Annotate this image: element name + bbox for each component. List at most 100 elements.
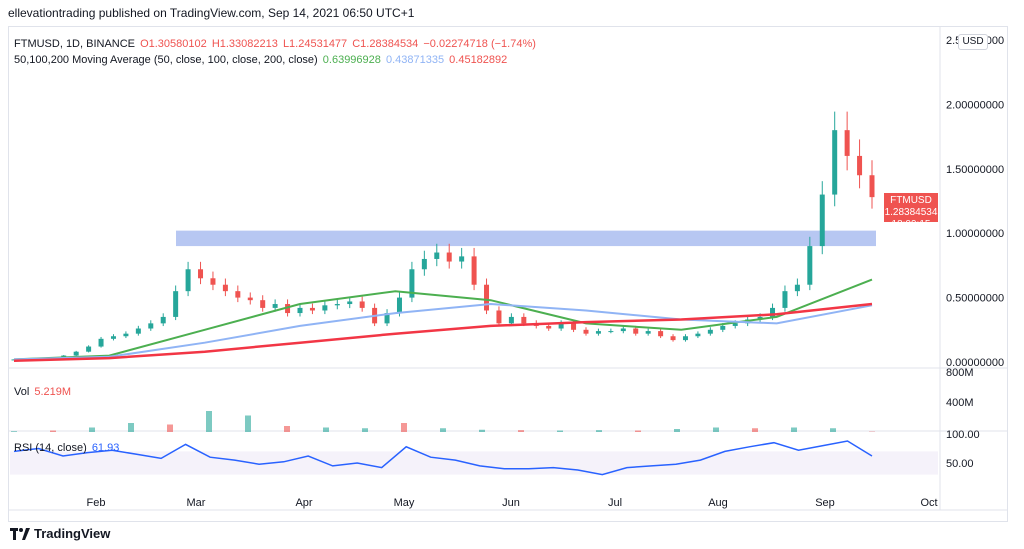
candle-body: [210, 278, 216, 285]
volume-bar: [596, 430, 602, 432]
volume-bar: [401, 423, 407, 432]
time-tick-label: May: [394, 497, 415, 509]
ma-legend: 50,100,200 Moving Average (50, close, 10…: [14, 54, 509, 66]
volume-bar: [713, 427, 719, 432]
candle-body: [869, 175, 875, 198]
last-price-tag: FTMUSD 1.28384534 18:09:15: [884, 193, 938, 230]
price-tag-countdown: 18:09:15: [891, 219, 931, 230]
price-tag-symbol: FTMUSD: [890, 195, 932, 206]
price-tick-label: 1.50000000: [946, 164, 1004, 176]
volume-bar: [362, 428, 368, 432]
volume-bar: [479, 429, 485, 432]
candle-body: [235, 291, 241, 298]
chart-axes: 2.500000002.000000001.500000001.00000000…: [87, 35, 1005, 509]
candle-body: [508, 316, 514, 324]
ma-line-100: [13, 302, 873, 361]
change-value: −0.02274718 (−1.74%): [423, 38, 536, 50]
chart-grid: [8, 26, 1008, 511]
candle-body: [608, 331, 614, 333]
candle-body: [695, 333, 701, 337]
candle-body: [260, 300, 266, 308]
time-tick-label: Jun: [502, 497, 520, 509]
volume-series: [11, 411, 875, 432]
candle-body: [484, 284, 490, 311]
rsi-tick-label: 100.00: [946, 429, 980, 441]
candle-body: [185, 269, 191, 292]
time-tick-label: Jul: [608, 497, 622, 509]
price-tick-label: 2.00000000: [946, 99, 1004, 111]
volume-bar: [89, 427, 95, 432]
low-value: L1.24531477: [282, 38, 348, 50]
brand-name: TradingView: [34, 526, 111, 541]
footer: TradingView: [10, 526, 110, 541]
volume-bar: [557, 430, 563, 432]
volume-tick-label: 800M: [946, 367, 974, 379]
candle-body: [471, 256, 477, 285]
candle-body: [160, 316, 166, 324]
volume-value: 5.219M: [34, 386, 72, 398]
candle-body: [98, 338, 104, 347]
volume-bar: [245, 415, 251, 432]
candle-body: [794, 284, 800, 292]
candle-body: [272, 304, 278, 308]
candle-body: [110, 336, 116, 339]
time-tick-label: Mar: [187, 497, 206, 509]
candle-body: [396, 297, 402, 314]
candle-body: [844, 130, 850, 156]
candle-body: [521, 316, 527, 324]
volume-bar: [323, 427, 329, 432]
ma-label: 50,100,200 Moving Average (50, close, 10…: [14, 54, 318, 66]
candle-body: [135, 328, 141, 334]
candle-body: [857, 155, 863, 176]
rsi-legend: RSI (14, close) 61.93: [14, 442, 121, 454]
volume-bar: [635, 430, 641, 432]
candle-body: [359, 301, 365, 308]
candle-body: [571, 323, 577, 330]
candle-body: [583, 329, 589, 334]
candle-body: [247, 297, 253, 301]
candle-body: [645, 331, 651, 334]
moving-average-series: [13, 278, 873, 362]
candle-body: [720, 325, 726, 330]
candle-body: [322, 305, 328, 311]
candle-body: [347, 301, 353, 305]
volume-bar: [128, 423, 134, 432]
price-tick-label: 0.50000000: [946, 293, 1004, 305]
rsi-band: [10, 451, 938, 475]
candle-body: [658, 331, 664, 337]
rsi-label: RSI (14, close): [14, 442, 87, 454]
candle-body: [819, 194, 825, 247]
currency-button[interactable]: USD: [958, 34, 988, 50]
time-tick-label: Sep: [815, 497, 835, 509]
open-value: O1.30580102: [140, 38, 207, 50]
candle-body: [807, 246, 813, 285]
candle-body: [123, 333, 129, 337]
symbol-legend: FTMUSD, 1D, BINANCE O1.30580102 H1.33082…: [14, 38, 538, 50]
candle-body: [782, 291, 788, 308]
volume-bar: [284, 426, 290, 432]
candle-body: [222, 284, 228, 292]
volume-bar: [830, 428, 836, 432]
candle-body: [620, 328, 626, 332]
candle-body: [546, 325, 552, 329]
candle-body: [309, 307, 315, 311]
volume-bar: [50, 430, 56, 432]
rsi-value: 61.93: [91, 442, 120, 454]
candle-body: [496, 310, 502, 324]
price-chart[interactable]: 2.500000002.000000001.500000001.00000000…: [0, 0, 1024, 549]
candle-body: [86, 346, 92, 352]
ma100-value: 0.43871335: [385, 54, 445, 66]
candle-body: [707, 329, 713, 334]
volume-legend: Vol 5.219M: [14, 386, 73, 398]
candle-body: [334, 304, 340, 306]
candle-body: [148, 323, 154, 329]
symbol-name: FTMUSD, 1D, BINANCE: [14, 38, 136, 50]
candle-body: [421, 258, 427, 270]
time-tick-label: Feb: [87, 497, 106, 509]
rsi-tick-label: 50.00: [946, 458, 974, 470]
tradingview-logo-icon: [10, 527, 30, 540]
volume-label: Vol: [14, 386, 30, 398]
candle-body: [832, 130, 838, 195]
volume-bar: [791, 427, 797, 432]
volume-bar: [518, 430, 524, 432]
